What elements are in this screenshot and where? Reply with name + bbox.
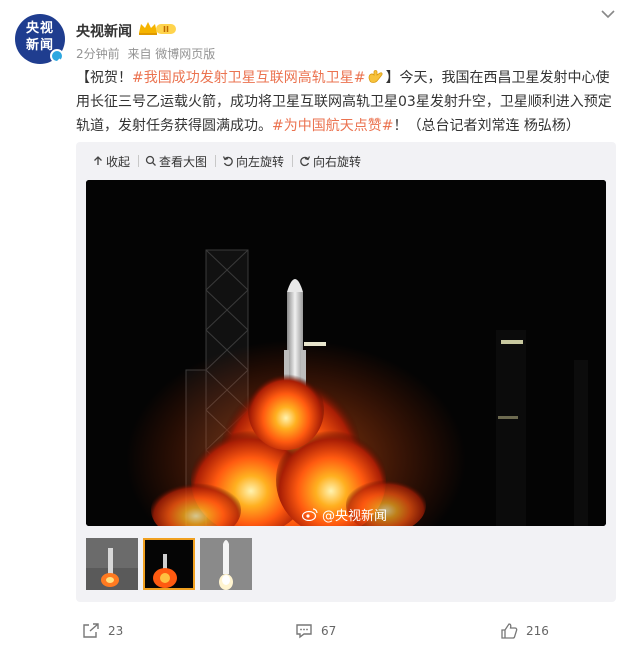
post-text: 【祝贺！#我国成功发射卫星互联网高轨卫星# 】今天，我国在西昌卫星发射中心使用长征… bbox=[76, 66, 618, 138]
post-source: 来自 微博网页版 bbox=[127, 47, 216, 61]
view-large-button[interactable]: 查看大图 bbox=[145, 152, 207, 170]
weibo-logo-icon bbox=[302, 508, 318, 521]
post-actions: 23 67 216 bbox=[0, 610, 628, 653]
vip-badge-label: II bbox=[163, 25, 169, 34]
repost-count: 23 bbox=[108, 624, 124, 638]
hashtag-link[interactable]: #我国成功发射卫星互联网高轨卫星# bbox=[132, 70, 365, 86]
toolbar-divider bbox=[292, 155, 294, 167]
thumbnail-image bbox=[143, 538, 195, 590]
image-toolbar: 收起 查看大图 向左旋转 向右旋转 bbox=[92, 152, 365, 170]
post-meta: 2分钟前 来自 微博网页版 bbox=[76, 45, 219, 62]
rotate-left-label: 向左旋转 bbox=[236, 154, 285, 169]
comment-button[interactable]: 67 bbox=[295, 623, 336, 639]
waving-hand-icon bbox=[369, 70, 383, 83]
thumbnail-strip bbox=[86, 538, 257, 590]
post-text-open: 【祝贺！ bbox=[76, 70, 132, 86]
post-time[interactable]: 2分钟前 bbox=[76, 47, 120, 61]
comment-count: 67 bbox=[321, 624, 337, 638]
watermark-text: @央视新闻 bbox=[322, 509, 388, 524]
thumbnail-image bbox=[200, 538, 252, 590]
rocket-launch-photo[interactable]: @央视新闻 bbox=[86, 180, 606, 526]
crown-icon[interactable]: II bbox=[138, 21, 178, 36]
weibo-post-card: 央视 新闻 央视新闻 II 2分钟前 来自 微博网页版 【祝贺！#我国成功发射卫… bbox=[0, 0, 628, 653]
rotate-left-button[interactable]: 向左旋转 bbox=[222, 152, 284, 170]
thumbnail-1[interactable] bbox=[86, 538, 138, 590]
like-count: 216 bbox=[526, 624, 549, 638]
thumbnail-2-selected[interactable] bbox=[143, 538, 195, 590]
thumbnail-image bbox=[86, 538, 138, 590]
media-box: 收起 查看大图 向左旋转 向右旋转 @央视新闻 bbox=[76, 142, 616, 602]
thumbnail-3[interactable] bbox=[200, 538, 252, 590]
rotate-right-button[interactable]: 向右旋转 bbox=[299, 152, 361, 170]
rotate-right-label: 向右旋转 bbox=[313, 154, 362, 169]
rocket-launch-image bbox=[86, 180, 606, 526]
author-name[interactable]: 央视新闻 bbox=[76, 21, 132, 41]
chevron-down-icon[interactable] bbox=[600, 8, 616, 20]
repost-icon bbox=[83, 623, 99, 638]
toolbar-divider bbox=[138, 155, 140, 167]
repost-button[interactable]: 23 bbox=[82, 623, 123, 639]
like-icon bbox=[501, 623, 518, 639]
watermark: @央视新闻 bbox=[302, 505, 387, 524]
like-button[interactable]: 216 bbox=[500, 623, 549, 639]
view-large-label: 查看大图 bbox=[159, 154, 208, 169]
rotate-left-icon bbox=[222, 156, 233, 167]
collapse-button[interactable]: 收起 bbox=[92, 152, 130, 170]
collapse-arrow-icon bbox=[94, 156, 102, 165]
post-text-tail: ！（总台记者刘常连 杨弘杨） bbox=[393, 118, 580, 134]
magnifier-icon bbox=[145, 155, 156, 166]
avatar-text-top: 央视 bbox=[25, 21, 54, 36]
collapse-label: 收起 bbox=[106, 154, 131, 169]
verified-badge-icon bbox=[50, 49, 64, 65]
comment-icon bbox=[296, 624, 312, 639]
hashtag-link-2[interactable]: #为中国航天点赞# bbox=[272, 118, 393, 134]
rotate-right-icon bbox=[300, 156, 311, 167]
toolbar-divider bbox=[215, 155, 217, 167]
